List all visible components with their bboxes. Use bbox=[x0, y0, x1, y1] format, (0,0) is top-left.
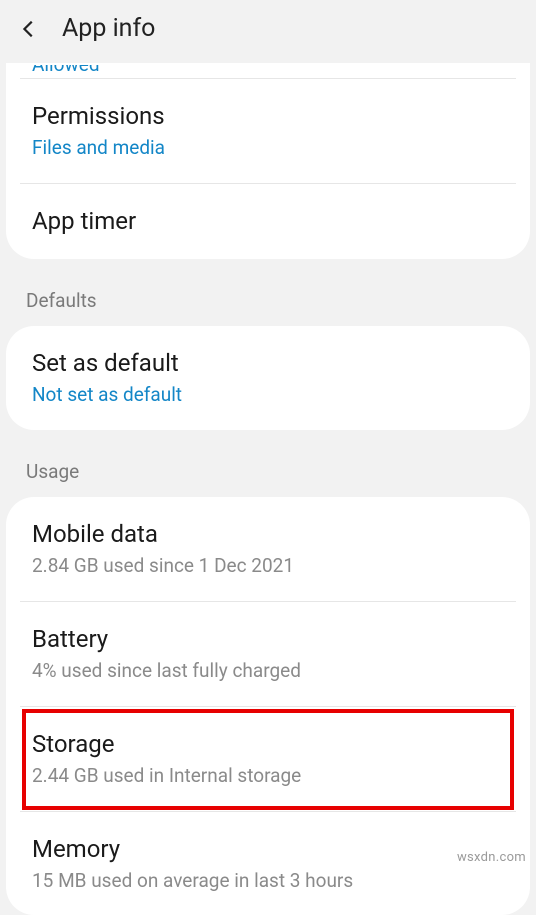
storage-sub: 2.44 GB used in Internal storage bbox=[32, 764, 504, 789]
set-default-sub: Not set as default bbox=[32, 383, 504, 408]
row-battery[interactable]: Battery 4% used since last fully charged bbox=[20, 602, 516, 707]
mobile-data-title: Mobile data bbox=[32, 519, 504, 550]
row-mobile-data[interactable]: Mobile data 2.84 GB used since 1 Dec 202… bbox=[20, 497, 516, 602]
section-usage-label: Usage bbox=[0, 438, 536, 493]
set-default-title: Set as default bbox=[32, 348, 504, 379]
card-defaults: Set as default Not set as default bbox=[6, 326, 530, 430]
clipped-value: Allowed bbox=[32, 65, 100, 76]
page-title: App info bbox=[62, 14, 155, 43]
watermark: wsxdn.com bbox=[457, 850, 526, 865]
back-icon[interactable] bbox=[18, 18, 40, 40]
permissions-sub: Files and media bbox=[32, 136, 504, 161]
battery-sub: 4% used since last fully charged bbox=[32, 659, 504, 684]
app-header: App info bbox=[0, 0, 536, 51]
row-storage[interactable]: Storage 2.44 GB used in Internal storage bbox=[20, 707, 516, 812]
card-general: Allowed Permissions Files and media App … bbox=[6, 63, 530, 259]
card-usage: Mobile data 2.84 GB used since 1 Dec 202… bbox=[6, 497, 530, 915]
row-app-timer[interactable]: App timer bbox=[20, 184, 516, 259]
section-defaults-label: Defaults bbox=[0, 267, 536, 322]
permissions-title: Permissions bbox=[32, 101, 504, 132]
app-timer-title: App timer bbox=[32, 206, 504, 237]
battery-title: Battery bbox=[32, 624, 504, 655]
row-clipped[interactable]: Allowed bbox=[20, 65, 516, 79]
storage-title: Storage bbox=[32, 729, 504, 760]
row-permissions[interactable]: Permissions Files and media bbox=[20, 79, 516, 184]
row-memory[interactable]: Memory 15 MB used on average in last 3 h… bbox=[20, 812, 516, 915]
row-set-default[interactable]: Set as default Not set as default bbox=[20, 326, 516, 430]
memory-sub: 15 MB used on average in last 3 hours bbox=[32, 869, 504, 894]
mobile-data-sub: 2.84 GB used since 1 Dec 2021 bbox=[32, 554, 504, 579]
memory-title: Memory bbox=[32, 834, 504, 865]
